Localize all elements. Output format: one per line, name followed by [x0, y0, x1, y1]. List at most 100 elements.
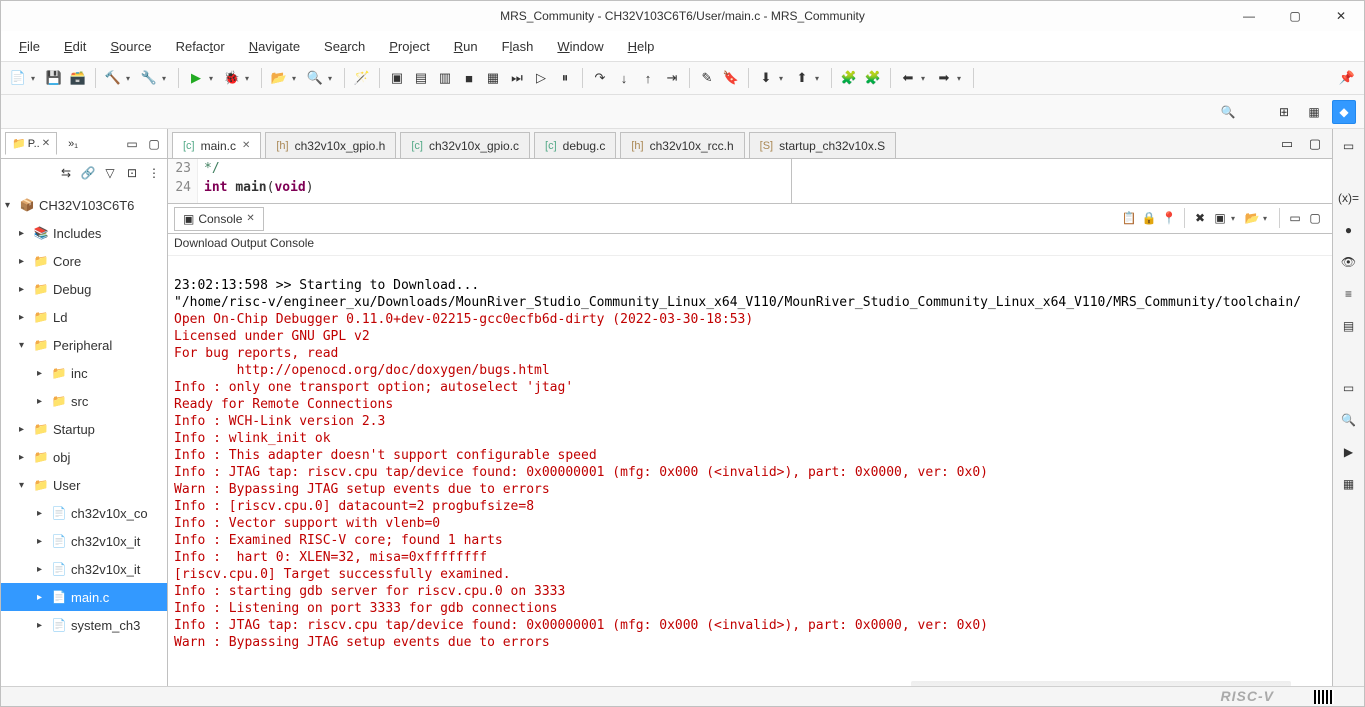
collapse-all-icon[interactable]: ⇆: [57, 164, 75, 182]
menu-flash[interactable]: Flash: [492, 35, 544, 58]
dropdown-icon[interactable]: ▾: [815, 74, 823, 83]
minimize-console-icon[interactable]: ▭: [1286, 209, 1304, 227]
tree-item[interactable]: ▸📁Startup: [1, 415, 167, 443]
display-console-icon[interactable]: ▣: [1211, 209, 1229, 227]
debug-perspective-icon[interactable]: ◆: [1332, 100, 1356, 124]
tree-item[interactable]: ▸📄ch32v10x_co: [1, 499, 167, 527]
tree-item[interactable]: ▸📁Debug: [1, 275, 167, 303]
editor-body[interactable]: 23 24 */ int main(void): [168, 159, 1332, 204]
tree-item[interactable]: ▸📚Includes: [1, 219, 167, 247]
wrench-icon[interactable]: 🔧: [138, 67, 160, 89]
dropdown-icon[interactable]: ▾: [209, 74, 217, 83]
bookmark-icon[interactable]: 🔖: [720, 67, 742, 89]
modules-view-icon[interactable]: ▦: [1338, 473, 1360, 495]
editor-tab[interactable]: [S]startup_ch32v10x.S: [749, 132, 897, 158]
dropdown-icon[interactable]: ▾: [292, 74, 300, 83]
dropdown-icon[interactable]: ▾: [1231, 214, 1239, 223]
tree-item[interactable]: ▸📁Core: [1, 247, 167, 275]
menu-refactor[interactable]: Refactor: [166, 35, 235, 58]
view-menu-icon[interactable]: ⋮: [145, 164, 163, 182]
registers-view-icon[interactable]: ≡: [1338, 283, 1360, 305]
run-view-icon[interactable]: ▶: [1338, 441, 1360, 463]
expressions-view-icon[interactable]: 👁: [1338, 251, 1360, 273]
link-editor-icon[interactable]: 🔗: [79, 164, 97, 182]
dropdown-icon[interactable]: ▾: [779, 74, 787, 83]
menu-edit[interactable]: Edit: [54, 35, 96, 58]
pin-console-icon[interactable]: 📍: [1160, 209, 1178, 227]
console-icon[interactable]: ▤: [410, 67, 432, 89]
memory-view-icon[interactable]: ▤: [1338, 315, 1360, 337]
chip-icon[interactable]: 🧩: [838, 67, 860, 89]
upload-icon[interactable]: ⬆: [791, 67, 813, 89]
breakpoints-view-icon[interactable]: ●: [1338, 219, 1360, 241]
maximize-view-icon[interactable]: ▢: [145, 135, 163, 153]
step-into-icon[interactable]: ↓: [613, 67, 635, 89]
dropdown-icon[interactable]: ▾: [1263, 214, 1271, 223]
dropdown-icon[interactable]: ▾: [162, 74, 170, 83]
editor-tab[interactable]: [c]ch32v10x_gpio.c: [400, 132, 530, 158]
dropdown-icon[interactable]: ▾: [957, 74, 965, 83]
forward-icon[interactable]: ➡: [933, 67, 955, 89]
restart-icon[interactable]: ▦: [482, 67, 504, 89]
menu-run[interactable]: Run: [444, 35, 488, 58]
save-icon[interactable]: 💾: [43, 67, 65, 89]
dropdown-icon[interactable]: ▾: [126, 74, 134, 83]
editor-tab[interactable]: [h]ch32v10x_gpio.h: [265, 132, 396, 158]
debug-icon[interactable]: 🐞: [221, 67, 243, 89]
menu-file[interactable]: File: [9, 35, 50, 58]
tree-item[interactable]: ▸📄system_ch3: [1, 611, 167, 639]
close-icon[interactable]: ✕: [246, 213, 254, 224]
open-console-icon[interactable]: 📂: [1243, 209, 1261, 227]
editor-tab[interactable]: [h]ch32v10x_rcc.h: [620, 132, 744, 158]
editor-tab[interactable]: [c]debug.c: [534, 132, 616, 158]
tree-item[interactable]: ▸📄ch32v10x_it: [1, 527, 167, 555]
editor-tab[interactable]: [c]main.c✕: [172, 132, 261, 158]
download-icon[interactable]: ⬇: [755, 67, 777, 89]
run-icon[interactable]: ▶: [185, 67, 207, 89]
resume-icon[interactable]: ▷: [530, 67, 552, 89]
dropdown-icon[interactable]: ▾: [328, 74, 336, 83]
tree-item[interactable]: ▸📁obj: [1, 443, 167, 471]
tree-item[interactable]: ▸📁src: [1, 387, 167, 415]
project-explorer-tab[interactable]: 📁 P.. ✕: [5, 132, 57, 155]
vars-view-icon[interactable]: (x)=: [1338, 187, 1360, 209]
save-all-icon[interactable]: 🗃️: [67, 67, 89, 89]
search-access-icon[interactable]: 🔍: [1216, 100, 1240, 124]
code-area[interactable]: */ int main(void): [198, 159, 792, 203]
console-output[interactable]: 23:02:13:598 >> Starting to Download... …: [168, 256, 1332, 686]
minimize-view-icon[interactable]: ▭: [123, 135, 141, 153]
step-icon[interactable]: ▥: [434, 67, 456, 89]
tree-item[interactable]: ▸📄main.c: [1, 583, 167, 611]
restore-icon[interactable]: ▭: [1338, 135, 1360, 157]
dropdown-icon[interactable]: ▾: [31, 74, 39, 83]
tree-item[interactable]: ▸📁inc: [1, 359, 167, 387]
open-perspective-icon[interactable]: ⊞: [1272, 100, 1296, 124]
menu-help[interactable]: Help: [618, 35, 665, 58]
wand-icon[interactable]: 🪄: [351, 67, 373, 89]
console-tab[interactable]: ▣ Console ✕: [174, 207, 264, 231]
disasm-view-icon[interactable]: 🔍: [1338, 409, 1360, 431]
step-return-icon[interactable]: ⇥: [661, 67, 683, 89]
search-icon[interactable]: 🔍: [304, 67, 326, 89]
skip-icon[interactable]: ⏭: [506, 67, 528, 89]
tree-item[interactable]: ▾📁User: [1, 471, 167, 499]
back-icon[interactable]: ⬅: [897, 67, 919, 89]
close-button[interactable]: ✕: [1318, 1, 1364, 31]
c-perspective-icon[interactable]: ▦: [1302, 100, 1326, 124]
remove-launch-icon[interactable]: ✖: [1191, 209, 1209, 227]
new-icon[interactable]: 📄: [7, 67, 29, 89]
cursor-icon[interactable]: ✎: [696, 67, 718, 89]
clear-console-icon[interactable]: 📋: [1120, 209, 1138, 227]
tree-item[interactable]: ▸📁Ld: [1, 303, 167, 331]
tree-root[interactable]: ▾ 📦 CH32V103C6T6: [1, 191, 167, 219]
pause-icon[interactable]: ⏸: [554, 67, 576, 89]
open-folder-icon[interactable]: 📂: [268, 67, 290, 89]
pin-icon[interactable]: 📌: [1336, 67, 1358, 89]
step-over-icon[interactable]: ↷: [589, 67, 611, 89]
maximize-console-icon[interactable]: ▢: [1306, 209, 1324, 227]
chip2-icon[interactable]: 🧩: [862, 67, 884, 89]
scroll-lock-icon[interactable]: 🔒: [1140, 209, 1158, 227]
tree-item[interactable]: ▾📁Peripheral: [1, 331, 167, 359]
menu-source[interactable]: Source: [100, 35, 161, 58]
terminal-icon[interactable]: ▣: [386, 67, 408, 89]
